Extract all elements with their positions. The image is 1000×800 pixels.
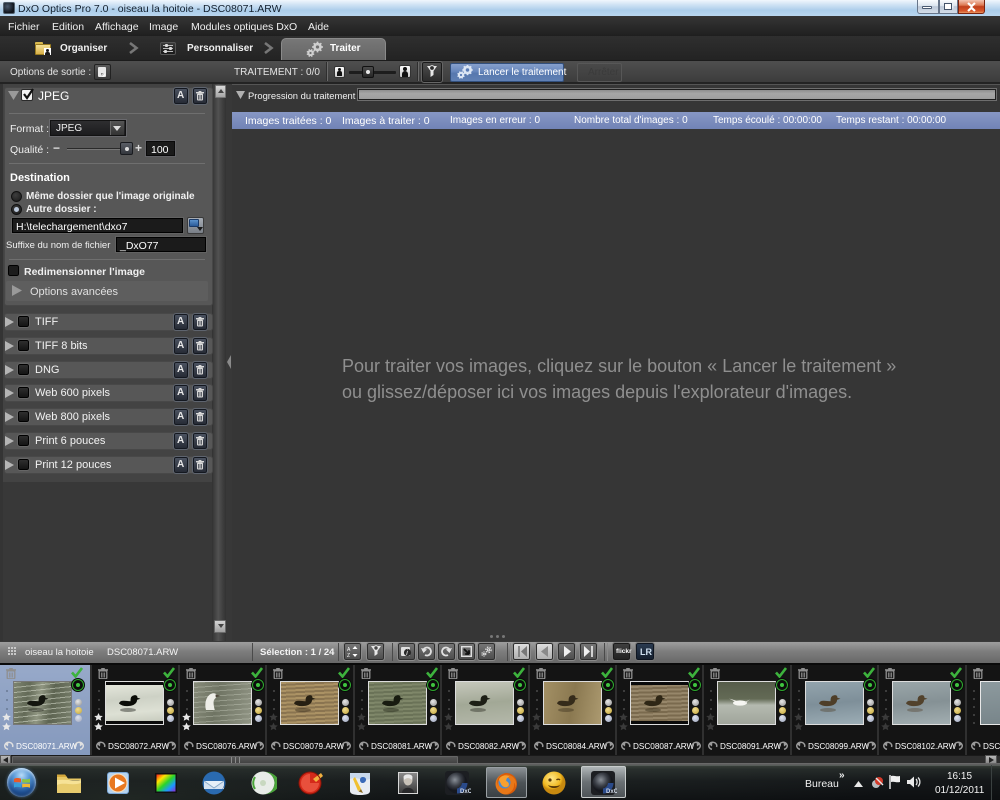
- svg-text:Z: Z: [347, 653, 350, 657]
- svg-text:DxO: DxO: [606, 789, 617, 795]
- svg-text:DxO: DxO: [460, 789, 471, 795]
